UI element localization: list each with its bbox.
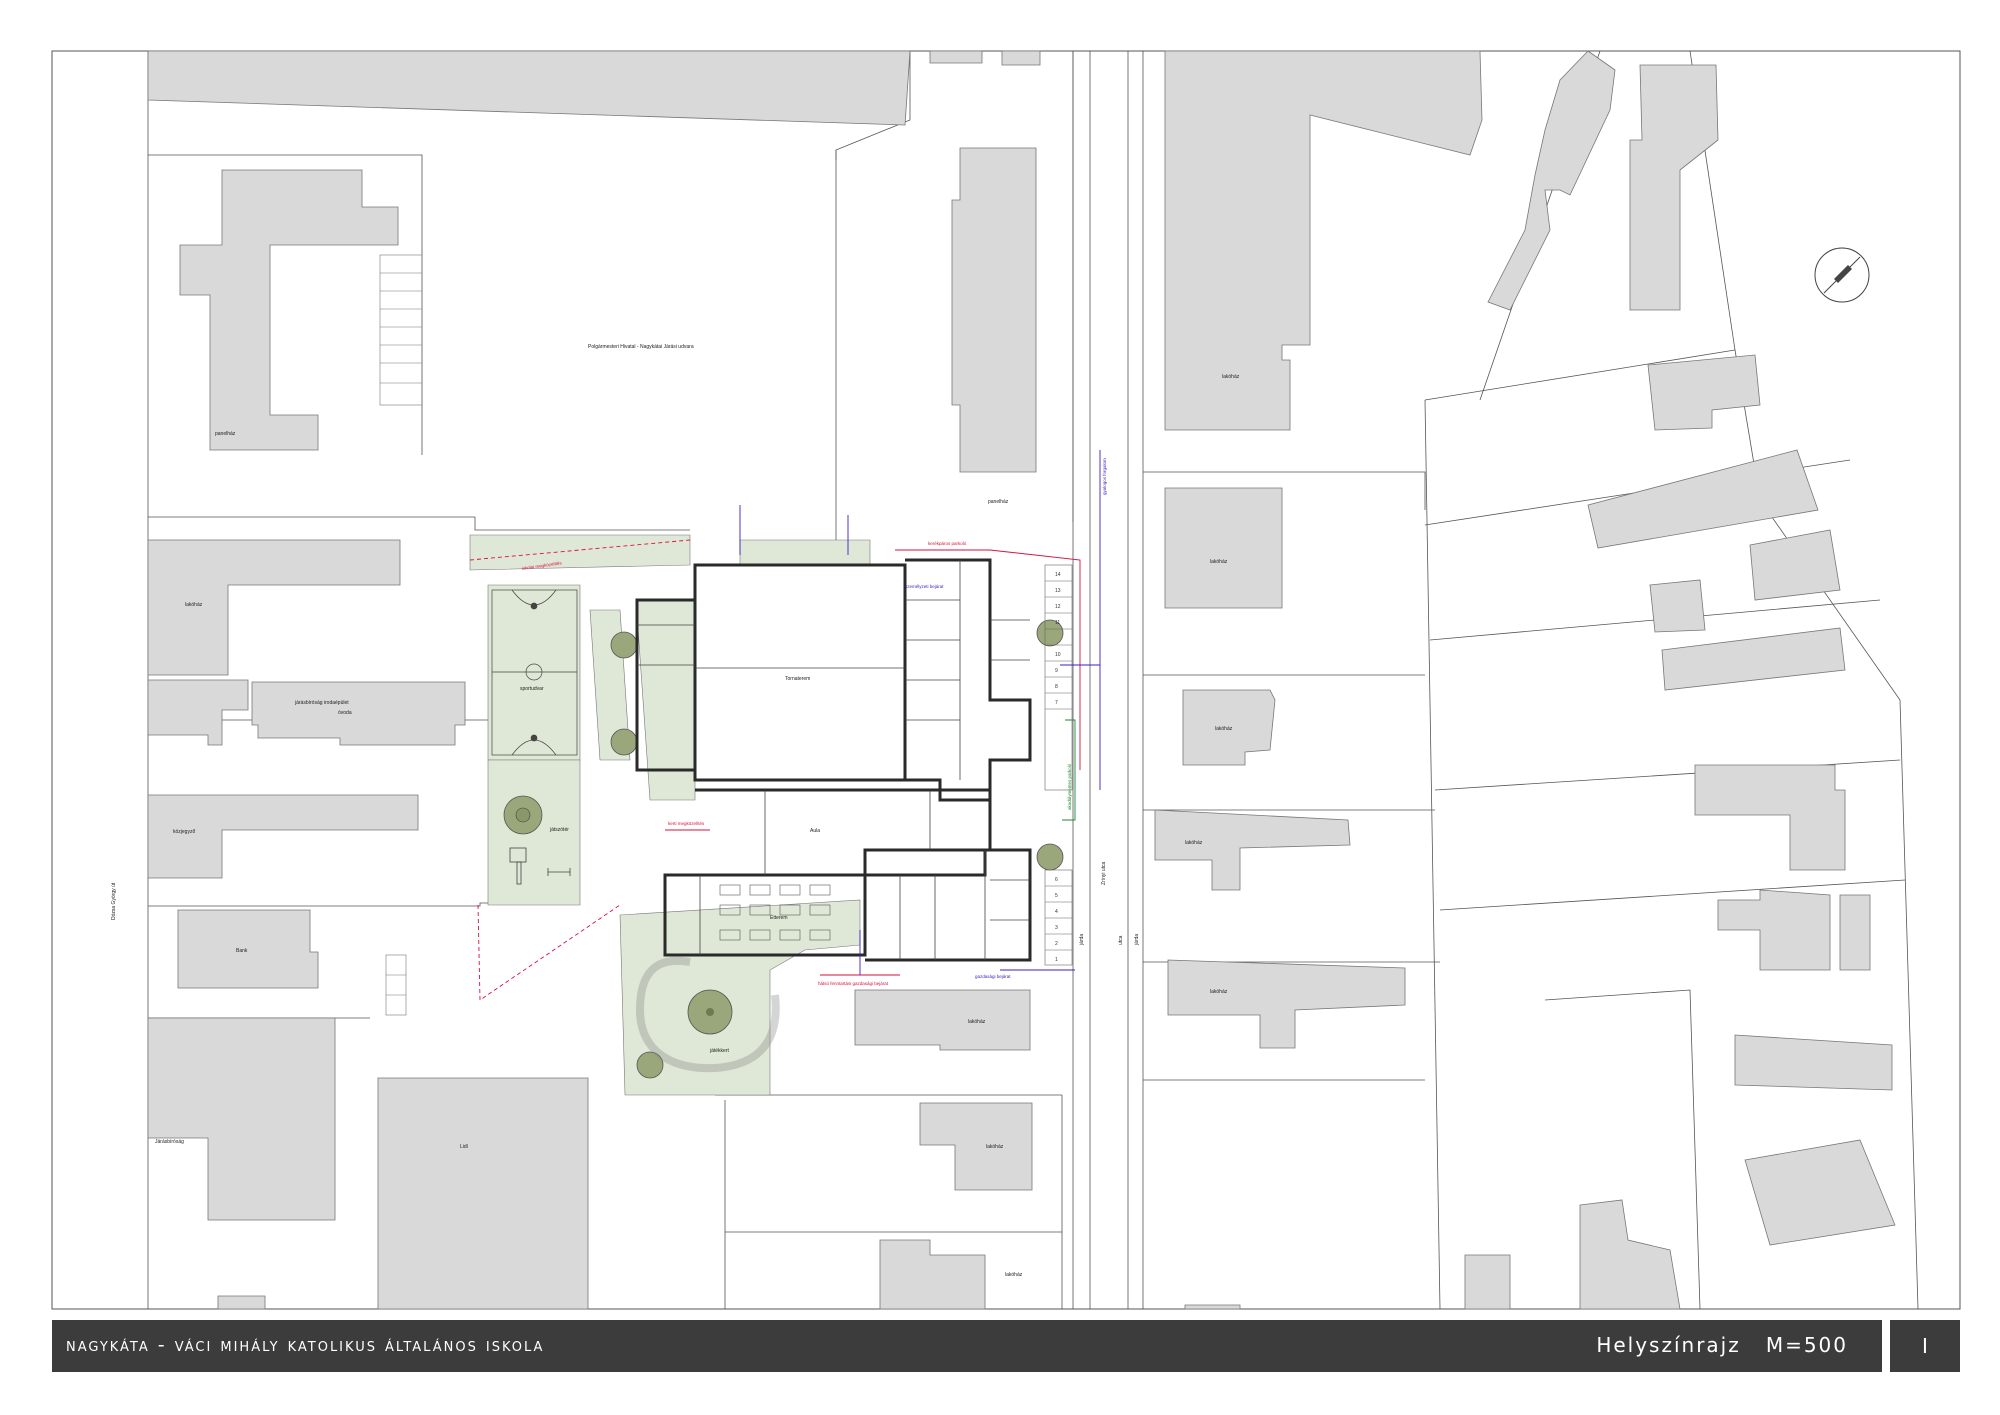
label-lakohaz-s3: lakóház: [1005, 1272, 1023, 1278]
label-lakohaz-e2: lakóház: [1210, 559, 1228, 565]
parking-number: 12: [1055, 604, 1061, 610]
title-block: nagykáta - váci mihály katolikus általán…: [52, 1320, 1882, 1372]
label-etterem: Étterem: [770, 914, 788, 921]
label-polgarmesteri: Polgármesteri Hivatal - Nagykátai Járási…: [588, 344, 694, 350]
label-kozjegyzo: közjegyző: [173, 829, 195, 835]
annotation-red-2: kerti megközelítés: [668, 821, 705, 826]
annotation-blue-3: gyalogos forgalom: [1102, 458, 1107, 495]
label-lakohaz-e1: lakóház: [1222, 374, 1240, 380]
label-street-east: Zrínyi utca: [1101, 861, 1107, 885]
annotation-blue-1: személyzeti bejárat: [905, 584, 944, 589]
annotation-red-3: hátsó fenntartási gazdasági bejárat: [818, 981, 889, 986]
label-panelhaz-2: panelház: [988, 499, 1009, 505]
sheet-title: Helyszínrajz M=500: [1596, 1333, 1848, 1357]
sheet-name: Helyszínrajz: [1596, 1333, 1741, 1357]
label-sportudvar: sportudvar: [520, 686, 544, 692]
parking-number: 10: [1055, 652, 1061, 658]
label-lakohaz-nw: lakóház: [185, 602, 203, 608]
annotation-green-1: akadálymentes parkoló: [1067, 763, 1072, 810]
label-utca: utca: [1118, 935, 1124, 945]
annotation-red-1: kerékpáros parkoló: [928, 541, 967, 546]
parking-number: 2: [1055, 941, 1058, 947]
sheet-scale: M=500: [1765, 1333, 1848, 1357]
parking-number: 13: [1055, 588, 1061, 594]
tree-center: [706, 1008, 714, 1016]
label-jarasbirosag: Járásbíróság: [155, 1139, 184, 1145]
label-jatszoter: játszótér: [549, 827, 569, 833]
parking-number: 11: [1055, 620, 1060, 626]
label-jarasi: járásbíróság irodaépület: [294, 700, 349, 706]
label-panelhaz-1: panelház: [215, 431, 236, 437]
parking-number: 7: [1055, 700, 1058, 706]
parking-number: 6: [1055, 877, 1058, 883]
parking-number: 5: [1055, 893, 1058, 899]
page-number: I: [1890, 1320, 1960, 1372]
annotation-blue-2: gazdasági bejárat: [975, 974, 1011, 979]
label-lakohaz-e5: lakóház: [1210, 989, 1228, 995]
label-lakohaz-e4: lakóház: [1185, 840, 1203, 846]
label-street-west: Dózsa György út: [111, 882, 117, 920]
label-aula: Aula: [810, 828, 820, 834]
label-jarda-1: járda: [1079, 934, 1085, 946]
parking-number: 14: [1055, 572, 1061, 578]
label-lakohaz-s2: lakóház: [986, 1144, 1004, 1150]
label-ovoda: óvoda: [338, 710, 352, 716]
parking-number: 1: [1055, 957, 1058, 963]
label-jatekkert: játékkert: [709, 1048, 730, 1054]
label-tornaterem: Tornaterem: [785, 676, 810, 682]
project-title: nagykáta - váci mihály katolikus általán…: [66, 1334, 545, 1356]
label-lakohaz-s1: lakóház: [968, 1019, 986, 1025]
site-plan: panelház panelház Polgármesteri Hivatal …: [51, 50, 1961, 1310]
parking-number: 4: [1055, 909, 1058, 915]
label-lidl: Lidl: [460, 1144, 468, 1150]
parking-number: 3: [1055, 925, 1058, 931]
label-jarda-2: járda: [1134, 934, 1140, 946]
parking-number: 9: [1055, 668, 1058, 674]
label-bank: Bank: [236, 948, 248, 954]
label-lakohaz-e3: lakóház: [1215, 726, 1233, 732]
parking-number: 8: [1055, 684, 1058, 690]
